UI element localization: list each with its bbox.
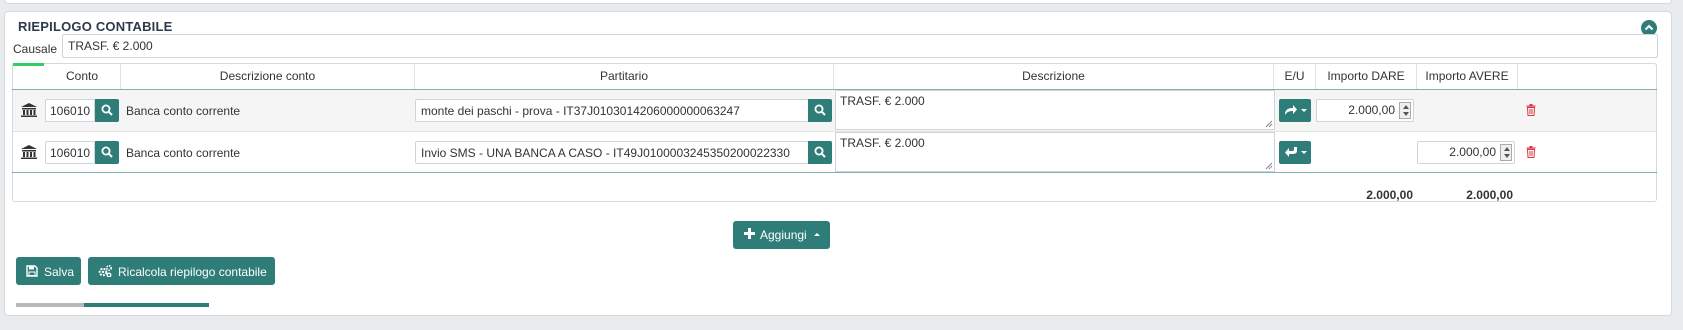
salva-label: Salva: [44, 265, 75, 279]
importo-dare-input[interactable]: 2.000,00: [1316, 99, 1414, 122]
share-icon: [1285, 105, 1297, 115]
plus-icon: [744, 228, 755, 239]
active-row-indicator: [13, 63, 44, 66]
header-descrizione-conto: Descrizione conto: [121, 64, 415, 89]
conto-input[interactable]: [45, 99, 95, 122]
partitario-search-button[interactable]: [808, 99, 832, 122]
reply-icon: [1285, 147, 1297, 157]
header-partitario: Partitario: [415, 64, 834, 89]
causale-label: Causale: [13, 42, 58, 56]
stepper-icon[interactable]: [1399, 102, 1411, 119]
section-title: RIEPILOGO CONTABILE: [18, 19, 173, 34]
table-row: Banca conto corrente TRASF. € 2.000 2.00…: [13, 90, 1656, 131]
caret-up-icon: [814, 233, 820, 236]
rows-divider: [12, 172, 1657, 173]
salva-button[interactable]: Salva: [16, 257, 81, 285]
resize-handle-icon[interactable]: [1265, 162, 1273, 170]
header-descrizione: Descrizione: [834, 64, 1274, 89]
caret-down-icon: [1301, 109, 1307, 112]
header-importo-dare: Importo DARE: [1316, 64, 1417, 89]
bank-icon: [21, 145, 37, 162]
trash-icon[interactable]: [1526, 104, 1536, 119]
conto-search-button[interactable]: [95, 99, 119, 122]
save-icon: [26, 265, 38, 277]
search-icon: [814, 104, 826, 116]
table-row: Banca conto corrente TRASF. € 2.000 2.00…: [13, 131, 1656, 172]
stepper-icon[interactable]: [1500, 144, 1512, 161]
partitario-input[interactable]: [415, 99, 809, 122]
aggiungi-button[interactable]: Aggiungi: [733, 221, 830, 249]
caret-down-icon: [1301, 151, 1307, 154]
ricalcola-button[interactable]: Ricalcola riepilogo contabile: [88, 257, 275, 285]
header-conto: Conto: [44, 64, 121, 89]
header-eu: E/U: [1274, 64, 1316, 89]
conto-search-button[interactable]: [95, 141, 119, 164]
descrizione-textarea[interactable]: TRASF. € 2.000: [835, 132, 1275, 172]
eu-dropdown-button[interactable]: [1279, 99, 1311, 122]
importo-avere-input[interactable]: 2.000,00: [1417, 141, 1515, 164]
cogs-icon: [98, 265, 112, 277]
ricalcola-label: Ricalcola riepilogo contabile: [118, 265, 267, 279]
partitario-input[interactable]: [415, 141, 809, 164]
descrizione-textarea[interactable]: TRASF. € 2.000: [835, 90, 1275, 130]
descrizione-conto: Banca conto corrente: [126, 146, 241, 160]
trash-icon[interactable]: [1526, 146, 1536, 161]
search-icon: [101, 146, 113, 158]
search-icon: [101, 104, 113, 116]
total-avere: 2.000,00: [1466, 188, 1513, 202]
next-card-edge-accent: [16, 303, 84, 307]
causale-input[interactable]: [62, 34, 1658, 58]
eu-dropdown-button[interactable]: [1279, 141, 1311, 164]
header-importo-avere: Importo AVERE: [1417, 64, 1518, 89]
descrizione-conto: Banca conto corrente: [126, 104, 241, 118]
total-dare: 2.000,00: [1366, 188, 1413, 202]
partitario-search-button[interactable]: [808, 141, 832, 164]
conto-input[interactable]: [45, 141, 95, 164]
search-icon: [814, 146, 826, 158]
aggiungi-label: Aggiungi: [760, 228, 807, 242]
resize-handle-icon[interactable]: [1265, 120, 1273, 128]
previous-card-edge: [4, 0, 1672, 4]
bank-icon: [21, 103, 37, 120]
